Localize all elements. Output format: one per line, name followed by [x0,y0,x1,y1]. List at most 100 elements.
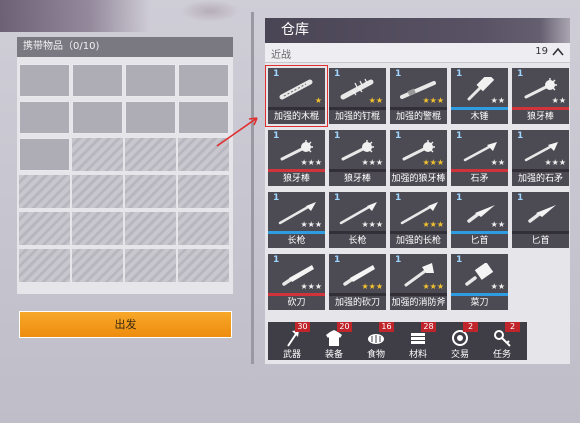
item-name: 长枪 [287,236,306,246]
tab-count-badge: 2 [463,322,478,332]
tab-bread[interactable]: 16 食物 [358,322,394,360]
item-name: 木锤 [470,112,489,122]
tab-label: 材料 [408,350,427,360]
chevron-up-icon[interactable] [551,45,565,59]
carry-slot[interactable] [125,101,176,134]
carry-slot-locked [125,175,176,208]
item-card[interactable]: 1 ★★★ 加强的狼牙棒 [390,130,447,186]
item-name: 长枪 [348,236,367,246]
star-rating: ★★★ [544,158,566,167]
item-card[interactable]: 1 ★★★ 加强的消防斧 [390,254,447,310]
star-rating: ★★★ [422,220,444,229]
carry-slot-locked [72,212,123,245]
tab-label: 任务 [492,350,511,360]
item-name: 狼牙棒 [526,112,554,122]
carry-slot[interactable] [19,101,70,134]
item-card[interactable]: 1 ★★★ 加强的砍刀 [329,254,386,310]
item-card[interactable]: 1 ★★ 狼牙棒 [512,68,569,124]
item-card[interactable]: 1 ★★ 石矛 [451,130,508,186]
item-name: 砍刀 [287,298,306,308]
star-rating: ★★ [490,220,505,229]
item-name: 菜刀 [470,298,489,308]
star-rating: ★ [314,96,322,105]
carry-slot-grid [19,64,233,296]
star-rating: ★★★ [422,158,444,167]
carry-slot-locked [72,249,123,282]
star-rating: ★★★ [300,220,322,229]
star-rating: ★★★ [300,282,322,291]
star-rating: ★★ [490,282,505,291]
tab-count-badge: 28 [421,322,436,332]
bat-icon [279,79,313,100]
item-card[interactable]: 1 ★★★ 长枪 [268,192,325,248]
section-count: 19 [535,46,548,57]
carry-slot-locked [19,212,70,245]
carry-slot-locked [178,249,229,282]
tab-axe[interactable]: 30 武器 [274,322,310,360]
tab-count-badge: 16 [379,322,394,332]
tab-shirt[interactable]: 20 装备 [316,322,352,360]
tab-count-badge: 30 [295,322,310,332]
item-card[interactable]: 1 ★★★ 加强的长枪 [390,192,447,248]
tab-label: 装备 [324,350,343,360]
star-rating: ★★★ [361,282,383,291]
carry-slot-locked [72,175,123,208]
star-rating: ★★★ [300,158,322,167]
item-card[interactable]: 1 ★★★ 加强的石矛 [512,130,569,186]
item-card[interactable]: 1 匕首 [512,192,569,248]
item-name: 加强的钉棍 [334,112,380,122]
item-card[interactable]: 1 ★ 加强的木棍 [265,65,328,127]
carry-slot-locked [19,249,70,282]
item-card[interactable]: 1 ★★★ 狼牙棒 [268,130,325,186]
dagger-icon [528,205,556,223]
carry-slot[interactable] [19,64,70,97]
item-name: 加强的砍刀 [334,298,380,308]
item-card[interactable]: 1 ★★★ 加强的警棍 [390,68,447,124]
carry-title: 携带物品（0/10) [17,37,233,57]
category-tab-bar: 30 武器 20 装备 16 食物 28 材料 2 交易 2 任务 [268,322,527,360]
item-name: 狼牙棒 [282,174,310,184]
tab-label: 食物 [366,350,385,360]
item-name: 加强的消防斧 [391,298,446,308]
item-name: 加强的石矛 [517,174,563,184]
item-card[interactable]: 1 ★★★ 狼牙棒 [329,130,386,186]
star-rating: ★★ [490,96,505,105]
star-rating: ★★★ [422,282,444,291]
item-card[interactable]: 1 ★★ 木锤 [451,68,508,124]
item-name: 匕首 [531,236,550,246]
item-name: 石矛 [470,174,489,184]
item-card[interactable]: 1 ★★★ 长枪 [329,192,386,248]
section-name: 近战 [271,50,291,61]
carry-slot[interactable] [72,64,123,97]
item-card[interactable]: 1 ★★★ 砍刀 [268,254,325,310]
carry-slot-locked [19,175,70,208]
item-card[interactable]: 1 ★★ 加强的钉棍 [329,68,386,124]
carry-slot-locked [125,138,176,171]
carry-slot-locked [72,138,123,171]
next-section-header [265,315,570,321]
carry-slot[interactable] [72,101,123,134]
item-card[interactable]: 1 ★★ 菜刀 [451,254,508,310]
tab-key[interactable]: 2 任务 [484,322,520,360]
carry-slot[interactable] [178,64,229,97]
star-rating: ★★ [490,158,505,167]
item-name: 加强的长枪 [395,236,441,246]
tab-count-badge: 2 [505,322,520,332]
section-header-melee[interactable]: 近战 19 [265,43,570,63]
warehouse-title: 仓库 [265,18,570,43]
tab-wood[interactable]: 28 材料 [400,322,436,360]
background-art [0,0,150,32]
warehouse-panel: 仓库 近战 19 1 ★ 加强的木棍 1 ★★ 加强的钉棍 1 ★★★ 加强的警棍 1 ★★ 木锤 1 ★… [265,18,570,364]
tab-label: 交易 [450,350,469,360]
carry-slot-locked [178,212,229,245]
panel-divider [251,12,254,364]
tab-coin[interactable]: 2 交易 [442,322,478,360]
star-rating: ★★ [368,96,383,105]
item-card[interactable]: 1 ★★ 匕首 [451,192,508,248]
carry-slot[interactable] [19,138,70,171]
carry-panel: 携带物品（0/10) [17,37,233,294]
star-rating: ★★★ [361,158,383,167]
depart-button[interactable]: 出发 [19,311,232,338]
carry-slot[interactable] [125,64,176,97]
carry-slot-locked [178,175,229,208]
